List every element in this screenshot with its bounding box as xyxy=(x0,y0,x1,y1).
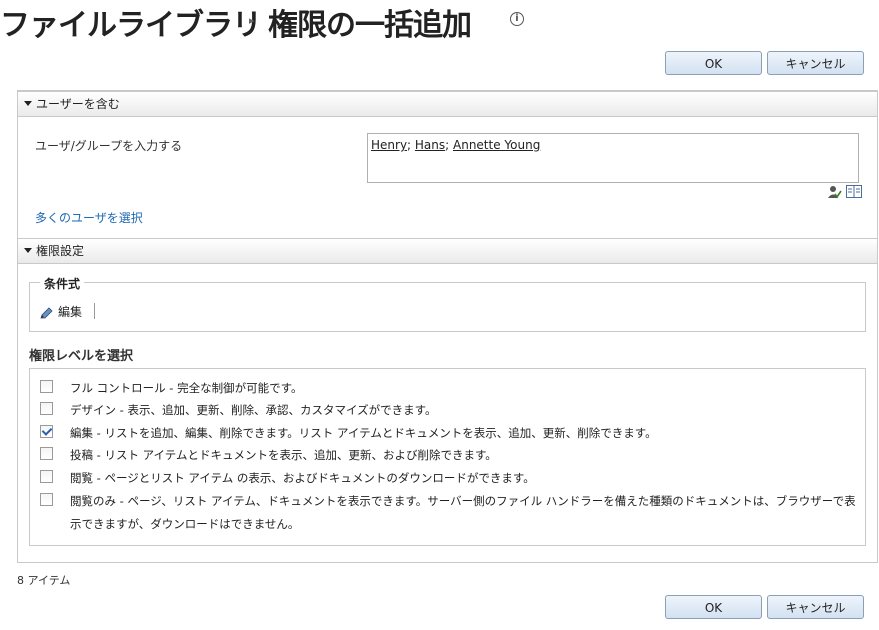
permission-level-label: 投稿 - リスト アイテムとドキュメントを表示、追加、更新、および削除できます。 xyxy=(70,448,497,462)
checkbox[interactable] xyxy=(40,402,53,415)
permission-level-label: 閲覧のみ - ページ、リスト アイテム、ドキュメントを表示できます。サーバー側の… xyxy=(70,494,856,531)
page-title: 権限の一括追加 xyxy=(268,8,472,43)
cancel-button-bottom[interactable]: キャンセル xyxy=(767,595,864,619)
breadcrumb-separator: ▸ xyxy=(249,14,255,27)
check-names-icon[interactable] xyxy=(828,185,842,199)
users-section: ユーザーを含む ユーザ/グループを入力する Henry; Hans; Annet… xyxy=(17,90,878,240)
condition-fieldset: 条件式 編集 xyxy=(29,275,866,332)
checkbox[interactable] xyxy=(40,470,53,483)
permission-levels-list: フル コントロール - 完全な制御が可能です。 デザイン - 表示、追加、更新、… xyxy=(29,368,866,546)
browse-users-link[interactable]: 多くのユーザを選択 xyxy=(35,209,143,226)
site-title-link[interactable]: ファイルライブラリ xyxy=(0,0,262,44)
ok-button-top[interactable]: OK xyxy=(665,51,762,75)
users-section-title: ユーザーを含む xyxy=(36,97,120,111)
person-annette-young[interactable]: Annette Young xyxy=(453,138,540,152)
permissions-section-header[interactable]: 権限設定 xyxy=(18,238,877,264)
toolbar-divider xyxy=(94,303,95,319)
pencil-icon xyxy=(40,306,53,318)
users-section-header[interactable]: ユーザーを含む xyxy=(18,91,877,117)
user-input-label: ユーザ/グループを入力する xyxy=(35,139,183,153)
people-picker-input[interactable]: Henry; Hans; Annette Young xyxy=(367,133,859,183)
item-count: 8 アイテム xyxy=(17,574,71,587)
person-hans[interactable]: Hans xyxy=(415,138,445,152)
ok-button-bottom[interactable]: OK xyxy=(665,595,762,619)
permission-level-label: 編集 - リストを追加、編集、削除できます。リスト アイテムとドキュメントを表示… xyxy=(70,426,657,440)
address-book-icon[interactable] xyxy=(846,185,862,198)
condition-edit-label: 編集 xyxy=(58,305,83,319)
condition-edit-button[interactable]: 編集 xyxy=(40,303,82,320)
condition-legend: 条件式 xyxy=(40,275,85,292)
collapse-triangle-icon xyxy=(24,248,32,253)
permission-level-label: デザイン - 表示、追加、更新、削除、承認、カスタマイズができます。 xyxy=(70,403,437,417)
cancel-button-top[interactable]: キャンセル xyxy=(767,51,864,75)
info-icon[interactable]: i xyxy=(510,12,524,26)
permission-level-label: 閲覧 - ページとリスト アイテム の表示、およびドキュメントのダウンロードがで… xyxy=(70,471,535,485)
collapse-triangle-icon xyxy=(24,101,32,106)
permissions-section-title: 権限設定 xyxy=(36,244,85,258)
checkbox[interactable] xyxy=(40,447,53,460)
permissions-section: 権限設定 条件式 編集 権限レベルを選択 フル コントロール - 完全な制御が可… xyxy=(17,238,878,563)
checkbox[interactable] xyxy=(40,493,53,506)
permission-level-label: フル コントロール - 完全な制御が可能です。 xyxy=(70,381,303,395)
checkbox[interactable] xyxy=(40,380,53,393)
checkbox-checked[interactable] xyxy=(40,425,53,438)
person-henry[interactable]: Henry xyxy=(371,138,407,152)
permission-levels-title: 権限レベルを選択 xyxy=(29,349,134,364)
page-header: ファイルライブラリ ▸ 権限の一括追加 i xyxy=(0,0,879,43)
